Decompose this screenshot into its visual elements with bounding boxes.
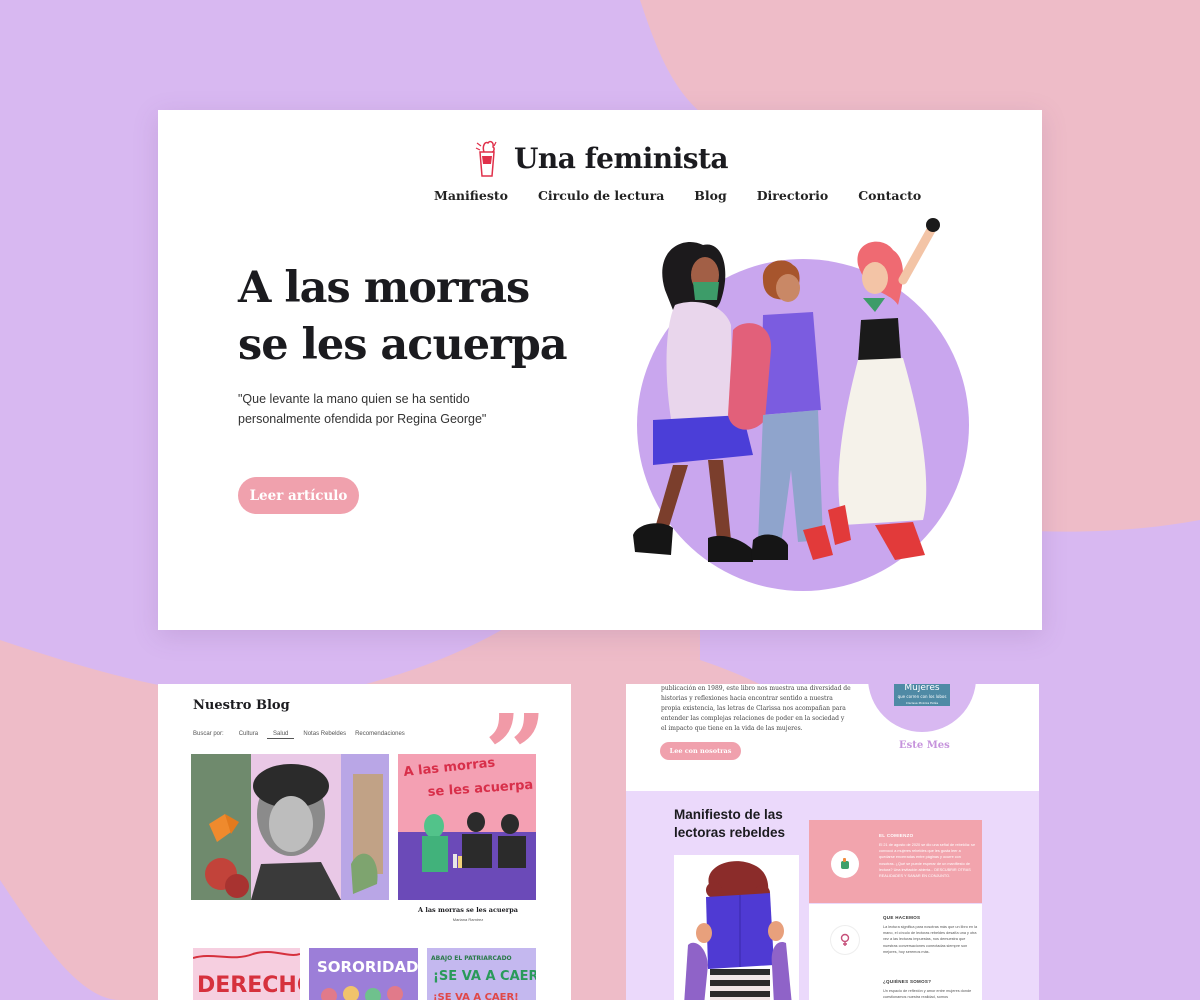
featured-post-title[interactable]: A las morras se les acuerpa (398, 906, 538, 914)
poster-text-derecho: DERECHO (197, 973, 300, 998)
filter-salud[interactable]: Salud (267, 731, 295, 739)
this-month-label: Este Mes (899, 740, 950, 751)
women-marching-illustration (633, 218, 969, 591)
nav-circulo-de-lectura[interactable]: Circulo de lectura (538, 188, 664, 203)
blog-post-image-derecho[interactable]: DERECHO (193, 948, 300, 1000)
read-with-us-button[interactable]: Lee con nosotras (660, 742, 741, 760)
block1-label: EL COMIENZO (879, 833, 914, 838)
block3-text: Un espacio de reflexión y amor entre muj… (883, 989, 972, 1000)
book-subtitle: que corren con los lobos (898, 694, 947, 699)
fist-icon (841, 858, 849, 869)
nav-blog[interactable]: Blog (694, 188, 726, 203)
featured-post-author: Mariana Ramirez (452, 917, 484, 922)
book-author: Clarissa Pinkola Estés (906, 701, 939, 705)
poster-text-sororidad: SORORIDAD (317, 958, 418, 976)
nav-contacto[interactable]: Contacto (858, 188, 921, 203)
reading-circle-section: publicación en 1989, este libro nos mues… (626, 684, 1039, 1000)
book-title: Mujeres (904, 684, 940, 693)
blog-post-image-frida[interactable] (191, 754, 389, 900)
filter-cultura[interactable]: Cultura (239, 731, 258, 739)
reading-circle-text: publicación en 1989, este libro nos mues… (661, 685, 851, 732)
filter-notas-rebeldes[interactable]: Notas Rebeldes (303, 731, 346, 739)
blog-post-image-sororidad[interactable]: SORORIDAD (309, 948, 418, 1000)
blog-title: Nuestro Blog (193, 698, 290, 713)
nav-manifiesto[interactable]: Manifiesto (434, 188, 508, 203)
blog-post-image-patriarcado[interactable]: ABAJO EL PATRIARCADO ¡SE VA A CAER! ¡SE … (427, 948, 536, 1000)
filter-search-label: Buscar por: (193, 731, 224, 737)
poster-text-caer-2: ¡SE VA A CAER! (433, 992, 519, 1000)
block2-label: QUE HACEMOS (883, 915, 921, 920)
nav-directorio[interactable]: Directorio (757, 188, 829, 203)
filter-recomendaciones[interactable]: Recomendaciones (355, 731, 405, 739)
read-article-button[interactable]: Leer artículo (238, 477, 359, 514)
block1-text: El 21 de agosto de 2020 se dio una señal… (879, 843, 976, 879)
poster-text-patriarcado: ABAJO EL PATRIARCADO (431, 955, 512, 962)
venus-icon (840, 933, 850, 946)
hero-section: Una feminista Manifiesto Circulo de lect… (158, 110, 1042, 630)
reader-illustration (674, 855, 799, 1000)
brand[interactable]: Una feminista (158, 138, 1042, 178)
blog-post-image-featured[interactable]: A las morras se les acuerpa (398, 754, 536, 900)
hero-quote: "Que levante la mano quien se ha sentido… (238, 392, 487, 426)
raised-fist-glass-icon (475, 140, 497, 177)
hero-title: A las morras se les acuerpa (238, 263, 568, 370)
block2-text: La lectura significa para nosotras más q… (883, 925, 978, 954)
blog-filters: Buscar por: Cultura Salud Notas Rebeldes… (193, 731, 405, 739)
fist-icon-circle (831, 850, 859, 878)
block3-label: ¿QUIÉNES SOMOS? (883, 979, 932, 984)
poster-text-caer-1: ¡SE VA A CAER! (433, 969, 536, 984)
venus-icon-circle (831, 926, 859, 954)
brand-name: Una feminista (513, 141, 729, 175)
book-of-month-image[interactable]: Mujeres que corren con los lobos Clariss… (868, 684, 976, 732)
manifesto-block-what-we-do: QUE HACEMOS La lectura significa para no… (809, 904, 982, 1000)
manifesto-title: Manifiesto de las lectoras rebeldes (674, 807, 786, 840)
manifesto-block-beginning: EL COMIENZO El 21 de agosto de 2020 se d… (809, 820, 982, 903)
blog-section: Nuestro Blog Buscar por: Cultura Salud N… (158, 684, 571, 1000)
main-nav: Manifiesto Circulo de lectura Blog Direc… (434, 188, 921, 203)
